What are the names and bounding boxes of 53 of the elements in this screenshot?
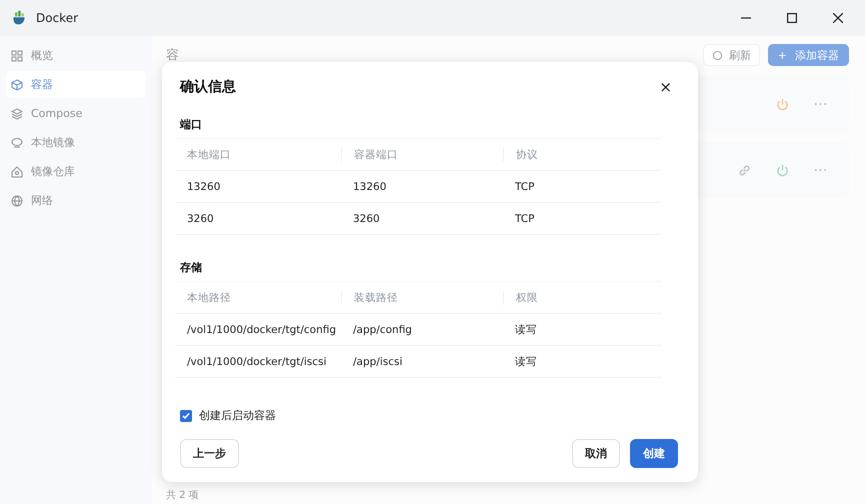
column-header: 本地端口 (186, 148, 232, 162)
refresh-button[interactable]: 刷新 (702, 44, 760, 66)
close-button[interactable]: × (653, 78, 678, 96)
table-cell-text: TCP (514, 212, 536, 224)
column-header: 装载路径 (341, 290, 503, 304)
more-icon[interactable] (814, 168, 827, 172)
sidebar-item[interactable]: 网络 (6, 187, 146, 214)
create-button[interactable]: 创建 (630, 439, 678, 468)
more-icon[interactable] (814, 102, 827, 106)
table-cell-text: 读写 (514, 354, 538, 368)
table-cell-text: 13260 (186, 180, 222, 192)
dialog-title: 确认信息 (180, 78, 236, 96)
sidebar-item[interactable]: Compose (6, 100, 146, 127)
close-icon[interactable] (833, 13, 843, 23)
refresh-icon (712, 50, 723, 60)
add-container-button[interactable]: + 添加容器 (768, 44, 849, 66)
sidebar-item[interactable]: 镜像仓库 (6, 158, 146, 185)
column-header: 容器端口 (341, 148, 503, 162)
table-cell-text: /app/config (352, 324, 413, 336)
disk-icon (11, 136, 23, 148)
table-cell-text: /app/iscsi (352, 356, 404, 368)
column-header: 本地路径 (186, 290, 232, 304)
table-cell-text: /vol1/1000/docker/tgt/config (186, 324, 338, 336)
table-cell-text: TCP (514, 180, 536, 192)
sidebar-item[interactable]: 概览 (6, 42, 146, 69)
power-icon[interactable] (776, 164, 789, 176)
grid-icon (11, 50, 23, 62)
section-title: 存储 (180, 260, 203, 276)
page-title: 容 (166, 47, 179, 64)
column-header: 协议 (503, 148, 662, 162)
window-title: Docker (36, 11, 78, 25)
table-cell-text: 13260 (352, 180, 388, 192)
item-count: 共 2 项 (166, 488, 200, 502)
table-cell-text: 3260 (186, 212, 215, 224)
back-button[interactable]: 上一步 (180, 439, 239, 468)
checkbox-label: 创建后启动容器 (199, 408, 276, 423)
sidebar-item[interactable]: 容器 (6, 71, 146, 98)
table-cell-text: 读写 (514, 322, 538, 336)
cube-icon (11, 78, 23, 90)
globe-icon (11, 194, 23, 206)
sidebar-item[interactable]: 本地镜像 (6, 129, 146, 156)
power-icon[interactable] (776, 98, 789, 110)
house-icon (11, 166, 23, 178)
link-icon[interactable] (738, 164, 751, 176)
table-cell-text: /vol1/1000/docker/tgt/iscsi (186, 356, 328, 368)
section-title: 端口 (180, 117, 203, 133)
maximize-icon[interactable] (787, 13, 797, 23)
column-header: 权限 (503, 290, 662, 304)
cancel-button[interactable]: 取消 (572, 439, 620, 468)
layers-icon (11, 108, 23, 120)
table-cell-text: 3260 (352, 212, 381, 224)
checkbox[interactable] (180, 410, 192, 422)
whale-logo-icon (11, 10, 27, 26)
